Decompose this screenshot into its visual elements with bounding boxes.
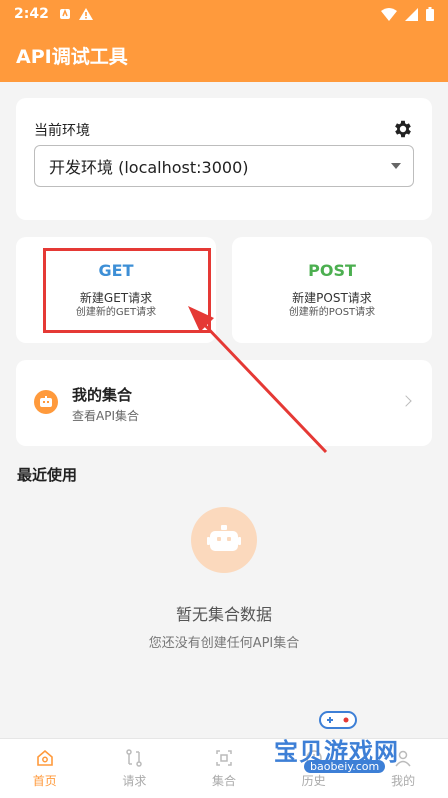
settings-gear-icon[interactable] (392, 118, 414, 140)
watermark-logo: 宝贝游戏网 baobeiy.com (268, 700, 428, 790)
new-post-request-card[interactable]: POST 新建POST请求 创建新的POST请求 (232, 237, 432, 343)
home-icon (36, 749, 53, 766)
my-collections-card[interactable]: 我的集合 查看API集合 (16, 360, 432, 446)
recent-section-title: 最近使用 (17, 466, 78, 484)
warning-icon (78, 8, 93, 20)
empty-state-title: 暂无集合数据 (175, 605, 272, 624)
app-title: API调试工具 (16, 45, 128, 68)
annotation-highlight-box (43, 248, 211, 333)
tab-home[interactable]: 首页 (0, 739, 90, 798)
tab-label: 请求 (122, 774, 147, 788)
status-time: 2:42 (14, 6, 49, 22)
collections-subtitle: 查看API集合 (72, 409, 139, 423)
tab-label: 首页 (32, 774, 57, 788)
environment-select[interactable]: 开发环境 (localhost:3000) (34, 145, 414, 187)
environment-label: 当前环境 (34, 123, 90, 139)
status-bar: 2:42 (0, 0, 448, 28)
notification-icon (59, 8, 70, 19)
dropdown-caret-icon (391, 163, 401, 169)
tab-label: 集合 (211, 774, 236, 788)
environment-card: 当前环境 开发环境 (localhost:3000) (16, 98, 432, 220)
post-subtitle: 新建POST请求 (292, 291, 372, 305)
watermark-url: baobeiy.com (304, 760, 386, 773)
tab-collections[interactable]: 集合 (179, 739, 269, 798)
app-bar: API调试工具 (0, 28, 448, 82)
environment-selected-value: 开发环境 (localhost:3000) (49, 158, 249, 177)
tab-request[interactable]: 请求 (90, 739, 180, 798)
empty-robot-icon (191, 507, 257, 573)
collection-icon (216, 750, 232, 766)
robot-icon (34, 390, 58, 414)
gamepad-icon (319, 711, 357, 729)
signal-icon (405, 7, 418, 21)
battery-icon (426, 7, 434, 21)
request-icon (126, 749, 143, 767)
post-title: POST (308, 261, 356, 280)
post-caption: 创建新的POST请求 (288, 307, 376, 318)
collections-title: 我的集合 (72, 386, 133, 404)
chevron-right-icon (400, 395, 412, 407)
empty-state-subtitle: 您还没有创建任何API集合 (148, 636, 300, 651)
wifi-icon (381, 7, 397, 21)
